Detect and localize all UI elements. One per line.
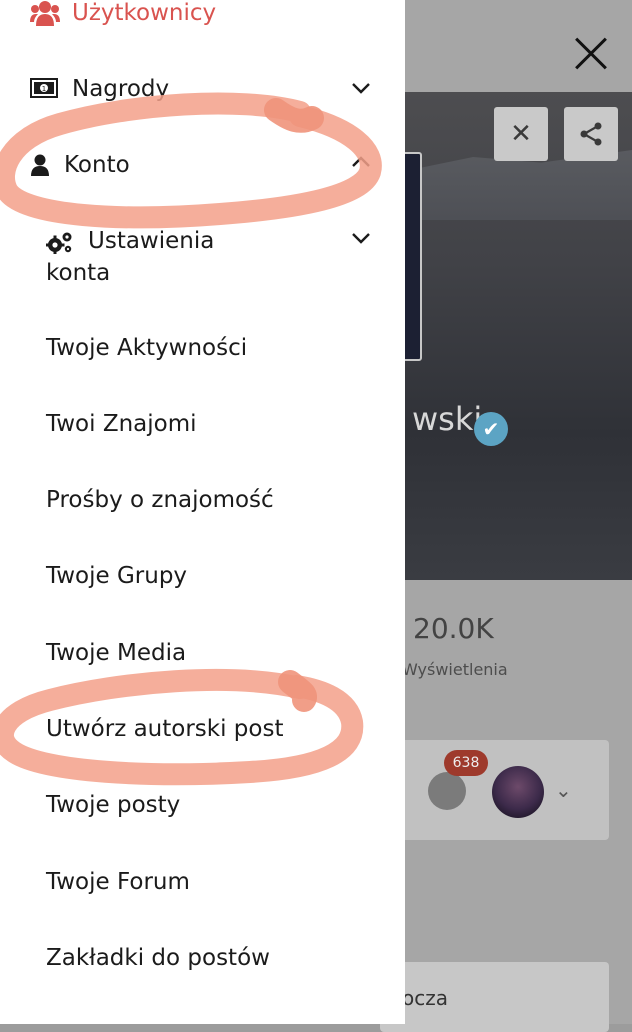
globe-icon[interactable]: [428, 772, 466, 810]
submenu-label: Prośby o znajomość: [46, 487, 274, 513]
views-count: 20.0K: [413, 612, 494, 645]
submenu-label: Utwórz autorski post: [46, 716, 284, 742]
share-button[interactable]: [564, 107, 618, 161]
submenu-item-groups[interactable]: Twoje Grupy: [0, 563, 405, 599]
bottom-card-text: ocza: [402, 986, 448, 1010]
chevron-down-icon[interactable]: ⌄: [555, 778, 572, 802]
submenu-item-create-post[interactable]: Utwórz autorski post: [0, 716, 405, 752]
submenu-label: Twoje Grupy: [46, 563, 188, 589]
section-header-label: Użytkownicy: [72, 0, 217, 26]
submenu-label: Twoje Forum: [46, 869, 190, 895]
close-cover-button[interactable]: ✕: [494, 107, 548, 161]
settings-label-line2: konta: [46, 260, 111, 286]
verified-icon: ✔: [474, 412, 508, 446]
chevron-up-icon[interactable]: [349, 150, 373, 174]
submenu-item-activities[interactable]: Twoje Aktywności: [0, 335, 405, 371]
menu-item-account-settings[interactable]: Ustawienia konta: [0, 222, 405, 292]
menu-item-label: Nagrody: [72, 76, 170, 102]
profile-name: wski: [412, 400, 483, 438]
user-icon: [31, 154, 49, 176]
submenu-label: Twoi Znajomi: [46, 411, 197, 437]
section-header-users[interactable]: Użytkownicy: [0, 0, 405, 34]
close-drawer-icon[interactable]: [573, 36, 609, 72]
gears-icon: [46, 232, 72, 254]
menu-item-rewards[interactable]: 1 Nagrody: [0, 70, 405, 110]
submenu-item-friends[interactable]: Twoi Znajomi: [0, 411, 405, 447]
submenu-label: Twoje posty: [46, 792, 181, 818]
submenu-item-your-posts[interactable]: Twoje posty: [0, 792, 405, 828]
x-icon: ✕: [510, 119, 532, 149]
banknote-icon: 1: [30, 78, 58, 98]
submenu-item-friend-requests[interactable]: Prośby o znajomość: [0, 487, 405, 523]
submenu-label: Zakładki do postów: [46, 945, 270, 971]
submenu-item-forum[interactable]: Twoje Forum: [0, 869, 405, 905]
views-label: Wyświetlenia: [402, 660, 508, 679]
menu-item-account[interactable]: Konto: [0, 146, 405, 186]
submenu-label: Twoje Aktywności: [46, 335, 248, 361]
submenu-label: Twoje Media: [46, 640, 187, 666]
menu-item-label: Konto: [64, 152, 130, 178]
svg-text:1: 1: [42, 85, 46, 93]
chevron-down-icon[interactable]: [349, 226, 373, 250]
submenu-item-bookmarks[interactable]: Zakładki do postów: [0, 945, 405, 981]
avatar[interactable]: [492, 766, 544, 818]
submenu-item-media[interactable]: Twoje Media: [0, 640, 405, 676]
notification-badge: 638: [444, 750, 488, 776]
users-icon: [30, 1, 60, 26]
settings-label-line1: Ustawienia: [88, 228, 215, 254]
share-icon: [580, 122, 602, 146]
side-drawer: Użytkownicy 1 Nagrody Konto Ustawienia k…: [0, 0, 405, 1024]
chevron-down-icon[interactable]: [349, 76, 373, 100]
